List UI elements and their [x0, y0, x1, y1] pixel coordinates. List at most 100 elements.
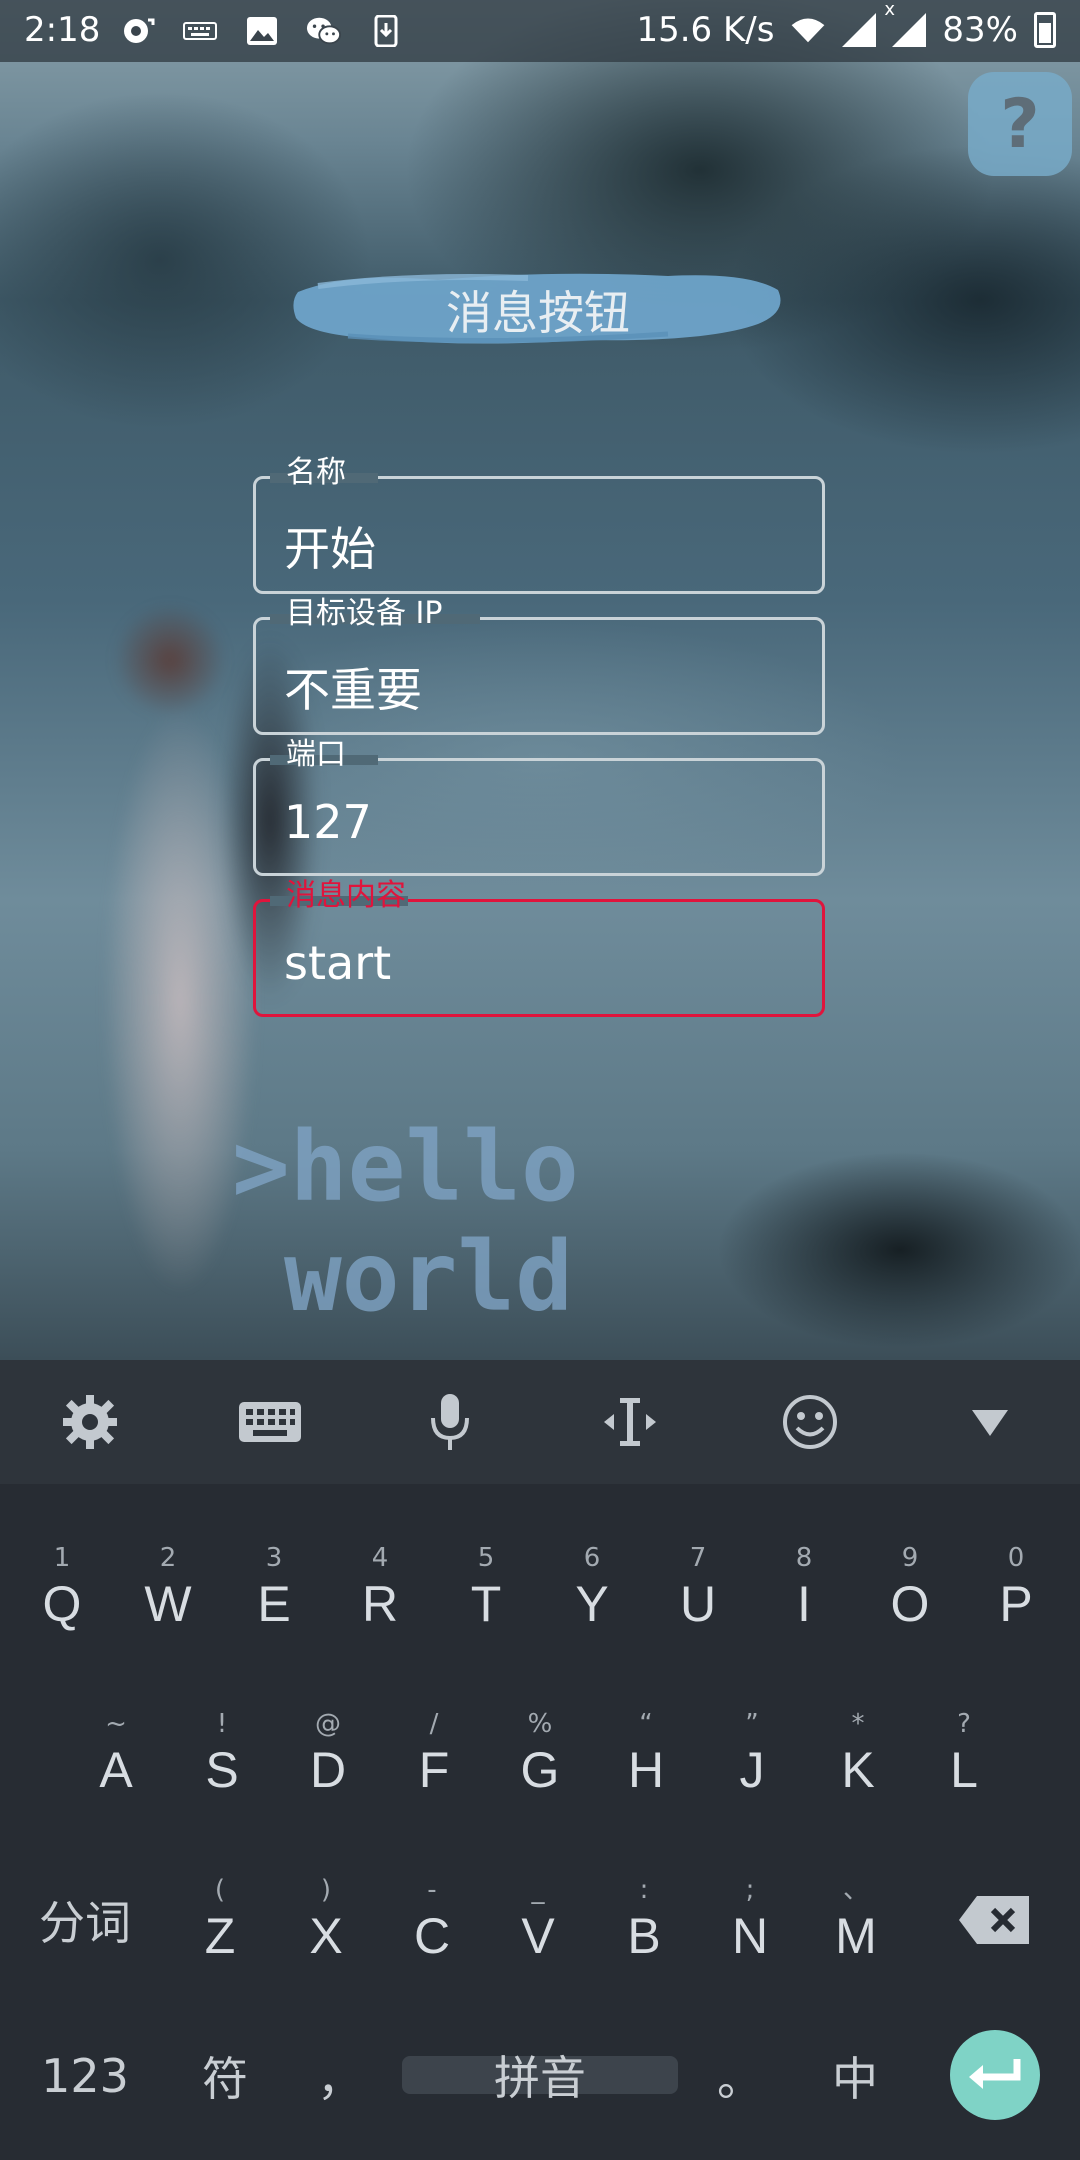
key-j[interactable]: ” J: [702, 1678, 802, 1828]
page-title: 消息按钮: [446, 286, 630, 340]
numbers-key[interactable]: 123: [30, 2036, 140, 2116]
keyboard-icon[interactable]: [232, 1384, 308, 1460]
target-ip-field[interactable]: 目标设备 IP 不重要: [253, 596, 825, 735]
key-i[interactable]: 8I: [754, 1512, 854, 1662]
key-hint: /: [429, 1709, 439, 1739]
name-field[interactable]: 名称 开始: [253, 455, 825, 594]
period-key[interactable]: 。: [700, 2036, 780, 2116]
key-z[interactable]: (Z: [170, 1844, 270, 1994]
key-hint: 7: [689, 1543, 707, 1573]
key-l[interactable]: ? L: [914, 1678, 1014, 1828]
key-y[interactable]: 6Y: [542, 1512, 642, 1662]
key-w[interactable]: 2W: [118, 1512, 218, 1662]
segment-key[interactable]: 分词: [20, 1880, 150, 1960]
key-label: T: [470, 1576, 502, 1632]
key-label: E: [257, 1576, 291, 1632]
key-label: L: [950, 1742, 978, 1798]
key-h[interactable]: “H: [596, 1678, 696, 1828]
key-d[interactable]: @ D: [278, 1678, 378, 1828]
key-x[interactable]: ) X: [276, 1844, 376, 1994]
enter-key[interactable]: [950, 2030, 1040, 2120]
key-hint: !: [216, 1709, 228, 1739]
key-a[interactable]: ~ A: [66, 1678, 166, 1828]
emoji-icon[interactable]: [772, 1384, 848, 1460]
key-k[interactable]: * K: [808, 1678, 908, 1828]
key-label: V: [521, 1908, 555, 1964]
key-e[interactable]: 3E: [224, 1512, 324, 1662]
key-hint: 1: [53, 1543, 71, 1573]
keyboard-toolbar: [0, 1360, 1080, 1484]
wifi-icon: [790, 13, 826, 47]
help-button[interactable]: ?: [968, 72, 1072, 176]
keyboard-notify-icon: [182, 14, 218, 48]
key-label: X: [309, 1908, 343, 1964]
battery-percent: 83%: [942, 10, 1018, 50]
key-hint: 5: [477, 1543, 495, 1573]
message-content-field-label: 消息内容: [286, 878, 406, 913]
status-bar: 2:18 15.6 K/s x 83%: [0, 0, 1080, 62]
mic-icon[interactable]: [412, 1384, 488, 1460]
key-hint: :: [639, 1875, 649, 1905]
message-content-field-value[interactable]: start: [284, 936, 391, 990]
key-s[interactable]: ! S: [172, 1678, 272, 1828]
notification-icons: [120, 14, 404, 48]
name-field-value[interactable]: 开始: [284, 513, 376, 579]
hello-text: >hello: [232, 1120, 579, 1223]
key-v[interactable]: _ V: [488, 1844, 588, 1994]
key-label: F: [418, 1742, 450, 1798]
key-label: W: [144, 1576, 192, 1632]
key-t[interactable]: 5T: [436, 1512, 536, 1662]
language-key[interactable]: 中: [810, 2036, 900, 2116]
hide-keyboard-icon[interactable]: [952, 1384, 1028, 1460]
key-hint: 6: [583, 1543, 601, 1573]
hello-world-pixel-art: >hello world: [232, 1111, 592, 1340]
key-r[interactable]: 4R: [330, 1512, 430, 1662]
port-field[interactable]: 端口 127: [253, 737, 825, 876]
key-hint: 3: [265, 1543, 283, 1573]
port-field-label: 端口: [286, 737, 346, 772]
key-hint: %: [527, 1709, 553, 1739]
message-content-field[interactable]: 消息内容 start: [253, 878, 825, 1017]
status-time: 2:18: [24, 10, 101, 50]
key-m[interactable]: 、 M: [806, 1844, 906, 1994]
key-label: Y: [575, 1576, 609, 1632]
key-label: H: [627, 1742, 665, 1798]
key-hint: 2: [159, 1543, 177, 1573]
key-label: B: [627, 1908, 661, 1964]
port-field-value[interactable]: 127: [284, 795, 372, 849]
symbols-key[interactable]: 符: [180, 2036, 270, 2116]
key-g[interactable]: % G: [490, 1678, 590, 1828]
key-hint: “: [639, 1709, 653, 1739]
name-field-label: 名称: [286, 455, 346, 490]
wechat-icon: [306, 14, 342, 48]
sync-icon: [120, 14, 156, 48]
backspace-key[interactable]: [950, 1880, 1040, 1960]
title-banner: 消息按钮: [288, 262, 788, 358]
key-u[interactable]: 7U: [648, 1512, 748, 1662]
key-c[interactable]: -C: [382, 1844, 482, 1994]
cursor-move-icon[interactable]: [592, 1384, 668, 1460]
key-f[interactable]: / F: [384, 1678, 484, 1828]
key-hint: 8: [795, 1543, 813, 1573]
comma-key[interactable]: ，: [300, 2036, 380, 2116]
key-hint: 4: [371, 1543, 389, 1573]
key-hint: @: [315, 1709, 341, 1739]
key-label: J: [739, 1742, 765, 1798]
download-icon: [368, 14, 404, 48]
key-label: N: [731, 1908, 769, 1964]
key-label: K: [841, 1742, 875, 1798]
key-hint: 0: [1007, 1543, 1025, 1573]
world-text: world: [284, 1221, 573, 1333]
key-q[interactable]: 1Q: [12, 1512, 112, 1662]
key-hint: 、: [842, 1875, 869, 1905]
key-hint: ?: [957, 1709, 971, 1739]
key-n[interactable]: ; N: [700, 1844, 800, 1994]
key-o[interactable]: 9O: [860, 1512, 960, 1662]
key-p[interactable]: 0P: [966, 1512, 1066, 1662]
key-label: O: [890, 1576, 930, 1632]
gear-icon[interactable]: [52, 1384, 128, 1460]
key-label: R: [361, 1576, 399, 1632]
space-key-label[interactable]: 拼音: [402, 2040, 678, 2110]
key-b[interactable]: :B: [594, 1844, 694, 1994]
target-ip-field-value[interactable]: 不重要: [284, 654, 422, 720]
